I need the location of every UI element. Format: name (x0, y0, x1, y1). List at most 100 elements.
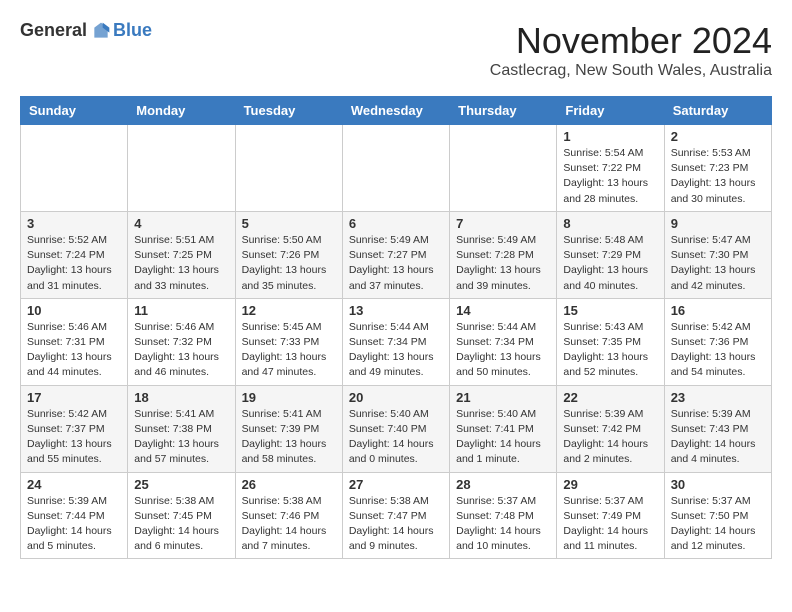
day-info: Sunrise: 5:42 AM Sunset: 7:37 PM Dayligh… (27, 407, 121, 468)
calendar-cell: 24 Sunrise: 5:39 AM Sunset: 7:44 PM Dayli… (21, 472, 128, 559)
calendar-cell: 26 Sunrise: 5:38 AM Sunset: 7:46 PM Dayli… (235, 472, 342, 559)
calendar-cell: 22 Sunrise: 5:39 AM Sunset: 7:42 PM Dayli… (557, 385, 664, 472)
day-info: Sunrise: 5:54 AM Sunset: 7:22 PM Dayligh… (563, 146, 657, 207)
column-header-tuesday: Tuesday (235, 97, 342, 125)
day-number: 24 (27, 477, 121, 492)
day-number: 10 (27, 303, 121, 318)
logo-general-text: General (20, 20, 87, 41)
calendar-cell (450, 125, 557, 212)
day-info: Sunrise: 5:42 AM Sunset: 7:36 PM Dayligh… (671, 320, 765, 381)
day-info: Sunrise: 5:37 AM Sunset: 7:49 PM Dayligh… (563, 494, 657, 555)
calendar-week-row: 10 Sunrise: 5:46 AM Sunset: 7:31 PM Dayli… (21, 298, 772, 385)
day-info: Sunrise: 5:39 AM Sunset: 7:44 PM Dayligh… (27, 494, 121, 555)
calendar: SundayMondayTuesdayWednesdayThursdayFrid… (20, 96, 772, 559)
calendar-cell: 16 Sunrise: 5:42 AM Sunset: 7:36 PM Dayli… (664, 298, 771, 385)
location-title: Castlecrag, New South Wales, Australia (490, 62, 772, 80)
header: General Blue November 2024 Castlecrag, N… (20, 20, 772, 80)
calendar-cell (21, 125, 128, 212)
calendar-cell: 13 Sunrise: 5:44 AM Sunset: 7:34 PM Dayli… (342, 298, 449, 385)
logo: General Blue (20, 20, 152, 41)
calendar-cell: 11 Sunrise: 5:46 AM Sunset: 7:32 PM Dayli… (128, 298, 235, 385)
calendar-week-row: 24 Sunrise: 5:39 AM Sunset: 7:44 PM Dayli… (21, 472, 772, 559)
day-info: Sunrise: 5:37 AM Sunset: 7:50 PM Dayligh… (671, 494, 765, 555)
calendar-cell: 7 Sunrise: 5:49 AM Sunset: 7:28 PM Daylig… (450, 211, 557, 298)
day-number: 12 (242, 303, 336, 318)
day-info: Sunrise: 5:38 AM Sunset: 7:47 PM Dayligh… (349, 494, 443, 555)
calendar-cell: 14Sunrise: 5:44 AM Sunset: 7:34 PM Dayli… (450, 298, 557, 385)
day-number: 26 (242, 477, 336, 492)
day-number: 30 (671, 477, 765, 492)
column-header-saturday: Saturday (664, 97, 771, 125)
column-header-monday: Monday (128, 97, 235, 125)
calendar-cell: 6 Sunrise: 5:49 AM Sunset: 7:27 PM Daylig… (342, 211, 449, 298)
calendar-cell: 30 Sunrise: 5:37 AM Sunset: 7:50 PM Dayli… (664, 472, 771, 559)
calendar-cell: 12 Sunrise: 5:45 AM Sunset: 7:33 PM Dayli… (235, 298, 342, 385)
calendar-cell: 18 Sunrise: 5:41 AM Sunset: 7:38 PM Dayli… (128, 385, 235, 472)
calendar-cell: 9Sunrise: 5:47 AM Sunset: 7:30 PM Daylig… (664, 211, 771, 298)
calendar-week-row: 3 Sunrise: 5:52 AM Sunset: 7:24 PM Daylig… (21, 211, 772, 298)
calendar-cell: 1 Sunrise: 5:54 AM Sunset: 7:22 PM Daylig… (557, 125, 664, 212)
day-info: Sunrise: 5:49 AM Sunset: 7:27 PM Dayligh… (349, 233, 443, 294)
day-number: 6 (349, 216, 443, 231)
day-info: Sunrise: 5:44 AM Sunset: 7:34 PM Dayligh… (349, 320, 443, 381)
day-info: Sunrise: 5:41 AM Sunset: 7:39 PM Dayligh… (242, 407, 336, 468)
day-info: Sunrise: 5:51 AM Sunset: 7:25 PM Dayligh… (134, 233, 228, 294)
day-info: Sunrise: 5:46 AM Sunset: 7:31 PM Dayligh… (27, 320, 121, 381)
day-number: 8 (563, 216, 657, 231)
calendar-cell: 19 Sunrise: 5:41 AM Sunset: 7:39 PM Dayli… (235, 385, 342, 472)
calendar-cell: 29Sunrise: 5:37 AM Sunset: 7:49 PM Dayli… (557, 472, 664, 559)
calendar-cell: 23Sunrise: 5:39 AM Sunset: 7:43 PM Dayli… (664, 385, 771, 472)
calendar-cell: 28Sunrise: 5:37 AM Sunset: 7:48 PM Dayli… (450, 472, 557, 559)
day-info: Sunrise: 5:38 AM Sunset: 7:45 PM Dayligh… (134, 494, 228, 555)
day-number: 5 (242, 216, 336, 231)
day-number: 13 (349, 303, 443, 318)
calendar-cell: 2 Sunrise: 5:53 AM Sunset: 7:23 PM Daylig… (664, 125, 771, 212)
calendar-header-row: SundayMondayTuesdayWednesdayThursdayFrid… (21, 97, 772, 125)
calendar-cell (235, 125, 342, 212)
day-info: Sunrise: 5:47 AM Sunset: 7:30 PM Dayligh… (671, 233, 765, 294)
day-number: 20 (349, 390, 443, 405)
day-number: 3 (27, 216, 121, 231)
calendar-cell: 17 Sunrise: 5:42 AM Sunset: 7:37 PM Dayli… (21, 385, 128, 472)
day-number: 18 (134, 390, 228, 405)
day-info: Sunrise: 5:50 AM Sunset: 7:26 PM Dayligh… (242, 233, 336, 294)
calendar-cell: 10 Sunrise: 5:46 AM Sunset: 7:31 PM Dayli… (21, 298, 128, 385)
day-number: 16 (671, 303, 765, 318)
column-header-sunday: Sunday (21, 97, 128, 125)
calendar-week-row: 1 Sunrise: 5:54 AM Sunset: 7:22 PM Daylig… (21, 125, 772, 212)
day-info: Sunrise: 5:38 AM Sunset: 7:46 PM Dayligh… (242, 494, 336, 555)
day-number: 14 (456, 303, 550, 318)
day-number: 11 (134, 303, 228, 318)
day-info: Sunrise: 5:41 AM Sunset: 7:38 PM Dayligh… (134, 407, 228, 468)
day-info: Sunrise: 5:39 AM Sunset: 7:42 PM Dayligh… (563, 407, 657, 468)
logo-blue-text: Blue (113, 20, 152, 41)
column-header-friday: Friday (557, 97, 664, 125)
day-number: 25 (134, 477, 228, 492)
day-info: Sunrise: 5:49 AM Sunset: 7:28 PM Dayligh… (456, 233, 550, 294)
day-number: 21 (456, 390, 550, 405)
calendar-cell: 3 Sunrise: 5:52 AM Sunset: 7:24 PM Daylig… (21, 211, 128, 298)
day-info: Sunrise: 5:53 AM Sunset: 7:23 PM Dayligh… (671, 146, 765, 207)
day-info: Sunrise: 5:52 AM Sunset: 7:24 PM Dayligh… (27, 233, 121, 294)
column-header-thursday: Thursday (450, 97, 557, 125)
calendar-cell (128, 125, 235, 212)
day-info: Sunrise: 5:46 AM Sunset: 7:32 PM Dayligh… (134, 320, 228, 381)
day-number: 7 (456, 216, 550, 231)
day-number: 17 (27, 390, 121, 405)
day-info: Sunrise: 5:48 AM Sunset: 7:29 PM Dayligh… (563, 233, 657, 294)
day-number: 28 (456, 477, 550, 492)
day-number: 4 (134, 216, 228, 231)
calendar-cell: 15Sunrise: 5:43 AM Sunset: 7:35 PM Dayli… (557, 298, 664, 385)
calendar-cell: 5 Sunrise: 5:50 AM Sunset: 7:26 PM Daylig… (235, 211, 342, 298)
day-number: 19 (242, 390, 336, 405)
column-header-wednesday: Wednesday (342, 97, 449, 125)
day-info: Sunrise: 5:45 AM Sunset: 7:33 PM Dayligh… (242, 320, 336, 381)
calendar-week-row: 17 Sunrise: 5:42 AM Sunset: 7:37 PM Dayli… (21, 385, 772, 472)
calendar-cell: 20Sunrise: 5:40 AM Sunset: 7:40 PM Dayli… (342, 385, 449, 472)
day-number: 2 (671, 129, 765, 144)
day-info: Sunrise: 5:43 AM Sunset: 7:35 PM Dayligh… (563, 320, 657, 381)
day-number: 22 (563, 390, 657, 405)
logo-icon (91, 21, 111, 41)
calendar-cell: 4 Sunrise: 5:51 AM Sunset: 7:25 PM Daylig… (128, 211, 235, 298)
day-number: 1 (563, 129, 657, 144)
